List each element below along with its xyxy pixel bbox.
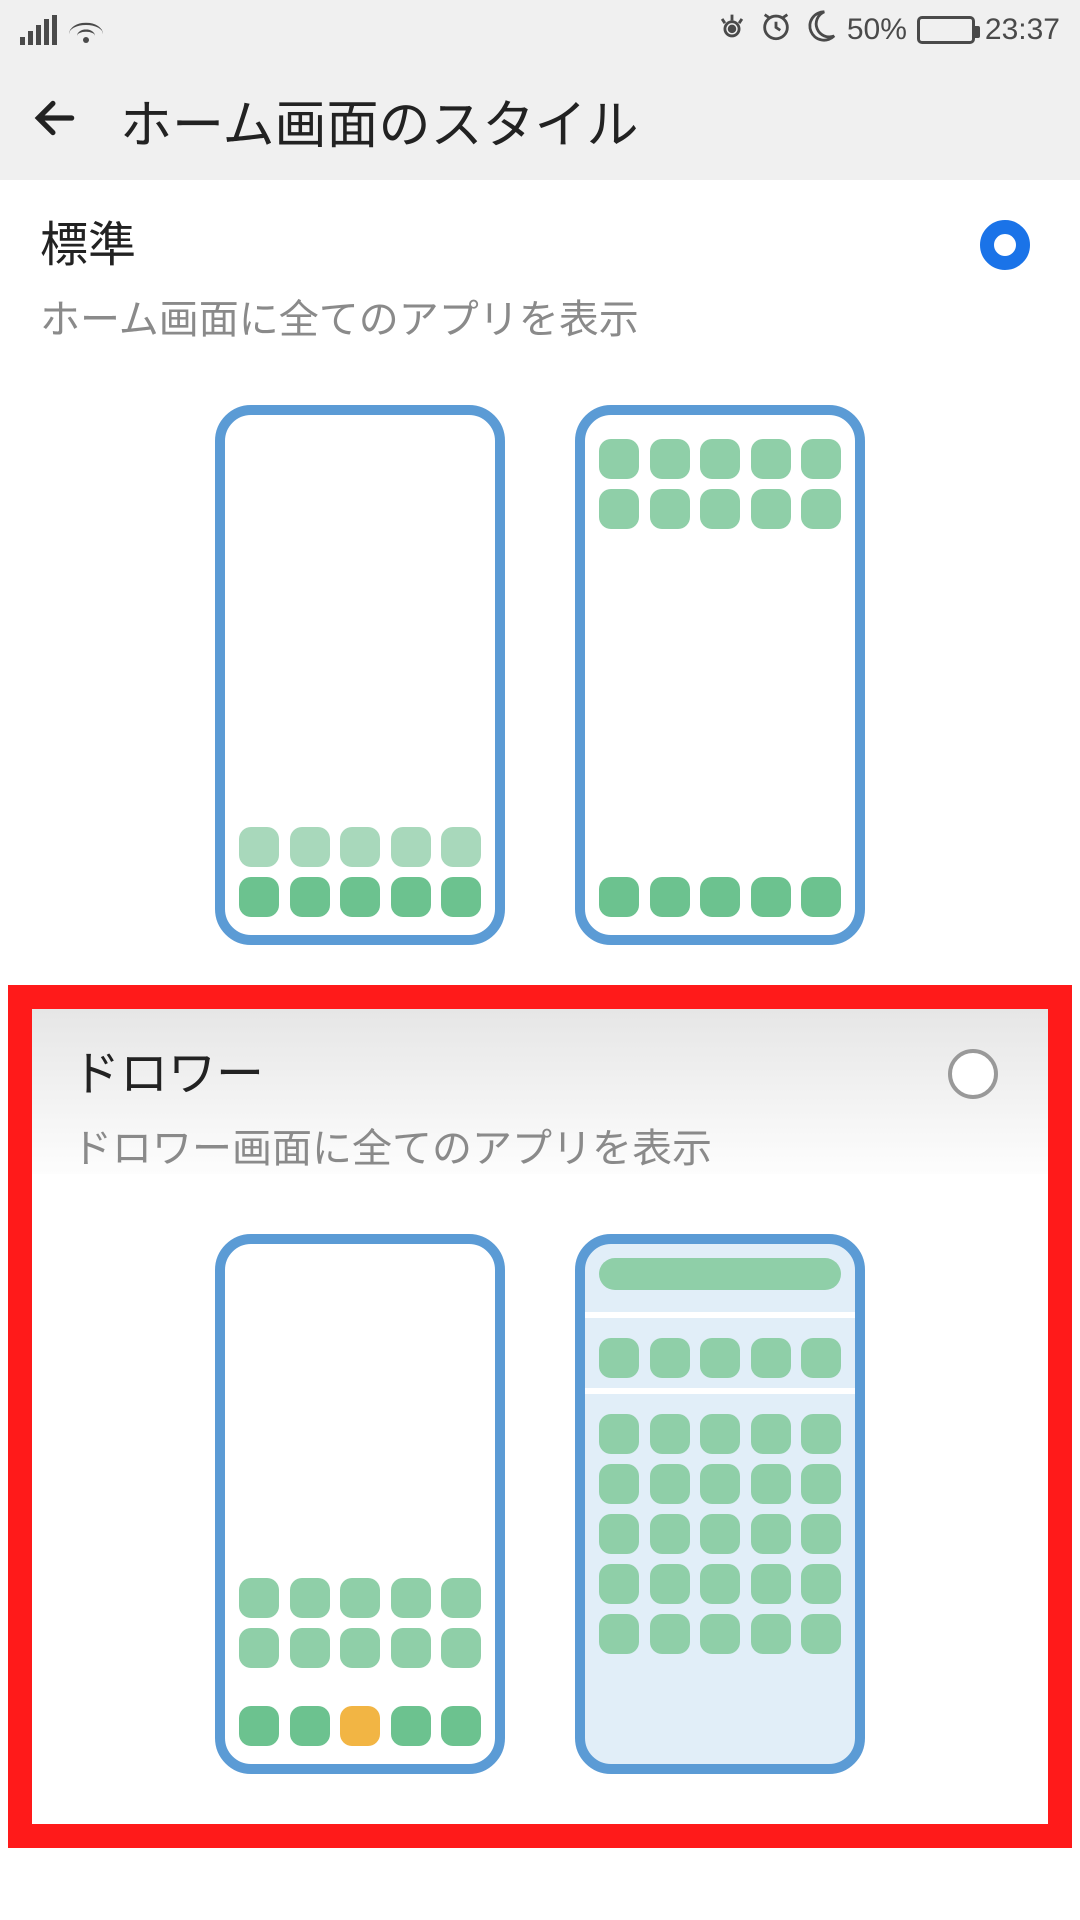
eye-comfort-icon xyxy=(715,9,749,51)
status-bar: 50% 23:37 xyxy=(0,0,1080,60)
option-drawer[interactable]: ドロワー ドロワー画面に全てのアプリを表示 xyxy=(32,1009,1048,1174)
option-title: 標準 xyxy=(40,205,1040,275)
radio-standard[interactable] xyxy=(980,220,1030,270)
back-button[interactable] xyxy=(30,93,80,148)
clock: 23:37 xyxy=(985,13,1060,47)
option-standard[interactable]: 標準 ホーム画面に全てのアプリを表示 xyxy=(0,180,1080,345)
app-header: ホーム画面のスタイル xyxy=(0,60,1080,180)
signal-icon xyxy=(20,15,57,45)
highlight-box: ドロワー ドロワー画面に全てのアプリを表示 xyxy=(8,985,1072,1848)
preview-phone xyxy=(215,1234,505,1774)
battery-icon xyxy=(917,16,975,44)
option-subtitle: ホーム画面に全てのアプリを表示 xyxy=(40,287,1040,345)
radio-drawer[interactable] xyxy=(948,1049,998,1099)
option-title: ドロワー xyxy=(72,1034,1008,1104)
page-title: ホーム画面のスタイル xyxy=(120,83,638,158)
battery-percent: 50% xyxy=(847,13,907,47)
preview-standard xyxy=(0,345,1080,985)
preview-drawer xyxy=(32,1174,1048,1814)
preview-phone-drawer xyxy=(575,1234,865,1774)
do-not-disturb-icon xyxy=(803,9,837,51)
drawer-search-bar-icon xyxy=(599,1258,841,1290)
option-subtitle: ドロワー画面に全てのアプリを表示 xyxy=(72,1116,1008,1174)
alarm-icon xyxy=(759,9,793,51)
wifi-icon xyxy=(69,15,103,45)
preview-phone xyxy=(575,405,865,945)
preview-phone xyxy=(215,405,505,945)
